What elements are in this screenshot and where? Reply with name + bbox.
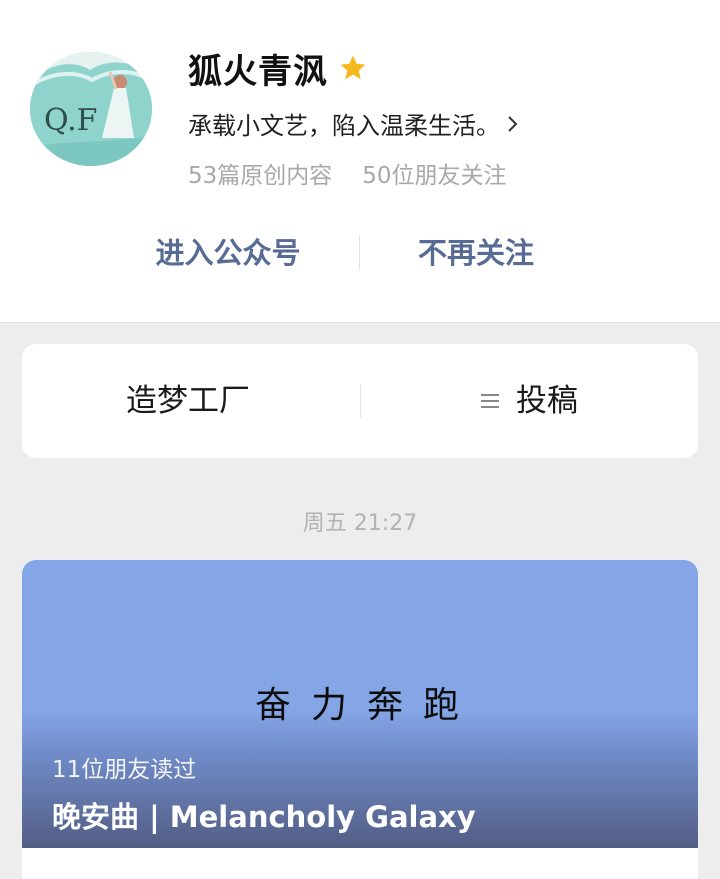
message-timestamp: 周五 21:27 [302, 511, 418, 536]
article-card[interactable]: 奋力奔跑 11位朋友读过 晚安曲 | Melancholy Galaxy [22, 560, 698, 879]
avatar-monogram: Q.F [44, 103, 97, 138]
actions-divider [359, 236, 360, 270]
enter-account-button[interactable]: 进入公众号 [110, 224, 346, 282]
friends-read-count: 11位朋友读过 [52, 757, 197, 783]
account-description: 承载小文艺，陷入温柔生活。 [188, 112, 500, 140]
account-description-link[interactable]: 承载小文艺，陷入温柔生活。 [188, 106, 520, 141]
unfollow-button[interactable]: 不再关注 [386, 224, 566, 282]
account-header: Q.F 狐火青沨 承载小文艺，陷入温柔生活。 53篇原创内容 50位朋友关注 进… [0, 0, 720, 323]
menu-item-submit[interactable]: 投稿 [480, 344, 578, 458]
account-actions: 进入公众号 不再关注 [0, 224, 720, 282]
article-cover: 奋力奔跑 11位朋友读过 晚安曲 | Melancholy Galaxy [22, 560, 698, 848]
article-title: 晚安曲 | Melancholy Galaxy [52, 800, 476, 834]
avatar-image: Q.F [30, 52, 152, 166]
cover-text: 奋力奔跑 [254, 685, 479, 726]
menu-lines-icon [481, 394, 499, 408]
chevron-right-icon [508, 115, 518, 132]
account-menu: 造梦工厂 投稿 [22, 344, 698, 458]
star-icon [340, 55, 366, 80]
account-stats: 53篇原创内容 50位朋友关注 [188, 156, 507, 190]
original-articles-count: 53篇原创内容 [188, 163, 333, 189]
menu-divider [360, 384, 361, 418]
account-name: 狐火青沨 [188, 51, 328, 92]
avatar[interactable]: Q.F [30, 52, 152, 166]
menu-item-submit-label: 投稿 [516, 383, 578, 419]
menu-item-dream-factory[interactable]: 造梦工厂 [126, 344, 250, 458]
followers-count: 50位朋友关注 [362, 163, 507, 189]
